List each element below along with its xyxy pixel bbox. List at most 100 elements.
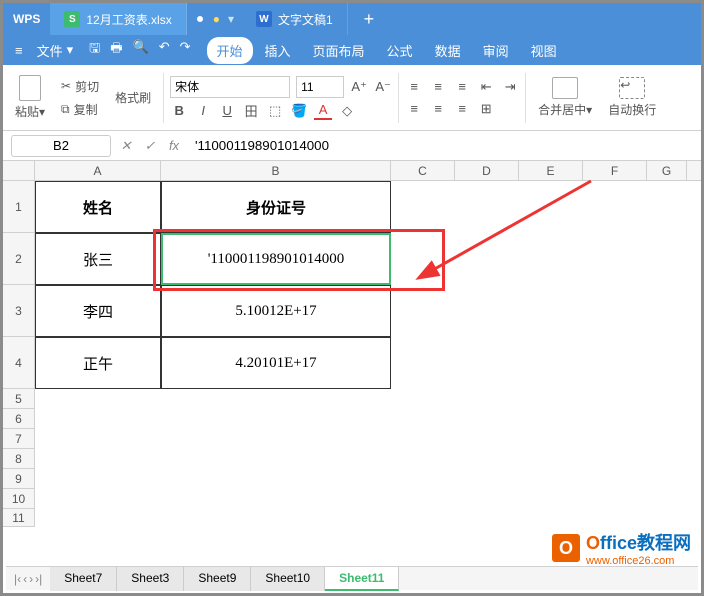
menu-tab-view[interactable]: 视图 xyxy=(521,37,567,64)
undo-icon[interactable]: ↶ xyxy=(159,39,170,61)
align-right-button[interactable]: ≡ xyxy=(453,100,471,118)
cut-button[interactable]: ✂ 剪切 xyxy=(61,78,99,95)
row-header-1[interactable]: 1 xyxy=(3,181,34,233)
watermark: O Office教程网 www.office26.com xyxy=(552,529,691,567)
cell-B1[interactable]: 身份证号 xyxy=(161,181,391,233)
cancel-formula-icon[interactable]: ✕ xyxy=(117,137,135,155)
row-header-7[interactable]: 7 xyxy=(3,429,34,449)
italic-button[interactable]: I xyxy=(194,102,212,120)
font-family-combo[interactable] xyxy=(170,76,290,98)
row-header-10[interactable]: 10 xyxy=(3,489,34,509)
underline-button[interactable]: U xyxy=(218,102,236,120)
increase-font-button[interactable]: A⁺ xyxy=(350,78,368,96)
cell-A2[interactable]: 张三 xyxy=(35,233,161,285)
new-tab-button[interactable]: + xyxy=(348,9,391,30)
highlight-button[interactable]: ◇ xyxy=(338,102,356,120)
cell-A4[interactable]: 正午 xyxy=(35,337,161,389)
paste-button[interactable]: 粘贴▾ xyxy=(15,103,45,120)
border-button[interactable]: 田 xyxy=(242,102,260,120)
document-tab-2[interactable]: W 文字文稿1 xyxy=(242,3,348,35)
align-left-button[interactable]: ≡ xyxy=(405,100,423,118)
sheet-tab-Sheet10[interactable]: Sheet10 xyxy=(251,567,325,591)
cell-A1[interactable]: 姓名 xyxy=(35,181,161,233)
row-header-3[interactable]: 3 xyxy=(3,285,34,337)
font-size-combo[interactable] xyxy=(296,76,344,98)
row-header-4[interactable]: 4 xyxy=(3,337,34,389)
merge-center-button[interactable]: 合并居中▾ xyxy=(538,101,592,118)
accept-formula-icon[interactable]: ✓ xyxy=(141,137,159,155)
wrap-icon: ↩ xyxy=(619,77,645,99)
col-header-C[interactable]: C xyxy=(391,161,455,180)
menu-tab-layout[interactable]: 页面布局 xyxy=(303,37,375,64)
copy-button[interactable]: ⧉ 复制 xyxy=(61,101,98,118)
cell-A3[interactable]: 李四 xyxy=(35,285,161,337)
formula-bar: B2 ✕ ✓ fx xyxy=(3,131,701,161)
redo-icon[interactable]: ↷ xyxy=(180,39,191,61)
indent-left-button[interactable]: ⇤ xyxy=(477,78,495,96)
font-color-button[interactable]: A xyxy=(314,102,332,120)
sheet-nav-prev-icon[interactable]: ‹ xyxy=(23,572,27,586)
row-header-2[interactable]: 2 xyxy=(3,233,34,285)
select-all-corner[interactable] xyxy=(3,161,35,181)
sheet-tab-Sheet7[interactable]: Sheet7 xyxy=(50,567,117,591)
cell-B3[interactable]: 5.10012E+17 xyxy=(161,285,391,337)
titlebar: WPS S 12月工资表.xlsx ● ▾ W 文字文稿1 + xyxy=(3,3,701,35)
sheet-tab-Sheet3[interactable]: Sheet3 xyxy=(117,567,184,591)
align-middle-button[interactable]: ≡ xyxy=(429,78,447,96)
col-header-G[interactable]: G xyxy=(647,161,687,180)
preview-icon[interactable]: 🔍 xyxy=(133,39,149,61)
fill-typeface-button[interactable]: ⬚ xyxy=(266,102,284,120)
sheet-tab-bar: |‹ ‹ › ›| Sheet7Sheet3Sheet9Sheet10Sheet… xyxy=(6,566,698,590)
name-box[interactable]: B2 xyxy=(11,135,111,157)
menu-tab-insert[interactable]: 插入 xyxy=(255,37,301,64)
col-header-B[interactable]: B xyxy=(161,161,391,180)
document-tab-1[interactable]: S 12月工资表.xlsx xyxy=(50,3,186,35)
bold-button[interactable]: B xyxy=(170,102,188,120)
annotation-arrow xyxy=(411,171,611,291)
menu-tab-review[interactable]: 审阅 xyxy=(473,37,519,64)
sheet-tab-Sheet11[interactable]: Sheet11 xyxy=(325,567,399,591)
sheet-tab-Sheet9[interactable]: Sheet9 xyxy=(184,567,251,591)
merge-icon xyxy=(552,77,578,99)
spreadsheet-grid[interactable]: ABCDEFG 1234567891011 姓名身份证号张三'110001198… xyxy=(3,161,701,571)
wrap-text-button[interactable]: 自动换行 xyxy=(608,101,656,118)
file-menu[interactable]: 文件▾ xyxy=(31,41,80,60)
print-icon[interactable]: 🖶 xyxy=(110,39,122,61)
align-top-button[interactable]: ≡ xyxy=(405,78,423,96)
row-header-8[interactable]: 8 xyxy=(3,449,34,469)
row-header-11[interactable]: 11 xyxy=(3,509,34,527)
row-header-9[interactable]: 9 xyxy=(3,469,34,489)
align-center-button[interactable]: ≡ xyxy=(429,100,447,118)
chevron-down-icon: ▾ xyxy=(67,42,74,58)
cell-B2[interactable]: '110001198901014000 xyxy=(161,233,391,285)
align-bottom-button[interactable]: ≡ xyxy=(453,78,471,96)
formula-input[interactable] xyxy=(189,135,693,157)
fill-color-button[interactable]: 🪣 xyxy=(290,102,308,120)
col-header-A[interactable]: A xyxy=(35,161,161,180)
sheet-nav-next-icon[interactable]: › xyxy=(29,572,33,586)
distribute-button[interactable]: ⊞ xyxy=(477,100,495,118)
sheet-nav-last-icon[interactable]: ›| xyxy=(35,572,42,586)
col-header-F[interactable]: F xyxy=(583,161,647,180)
decrease-font-button[interactable]: A⁻ xyxy=(374,78,392,96)
tips-icon[interactable]: ● xyxy=(213,12,220,26)
row-header-5[interactable]: 5 xyxy=(3,389,34,409)
tab-dirty-indicator xyxy=(197,16,203,22)
col-header-D[interactable]: D xyxy=(455,161,519,180)
watermark-logo-icon: O xyxy=(552,534,580,562)
spreadsheet-icon: S xyxy=(64,11,80,27)
tab-dropdown-icon[interactable]: ▾ xyxy=(228,12,234,26)
save-icon[interactable]: 🖫 xyxy=(89,39,100,61)
menu-tab-start[interactable]: 开始 xyxy=(207,37,253,64)
menubar: ≡ 文件▾ 🖫 🖶 🔍 ↶ ↷ 开始 插入 页面布局 公式 数据 审阅 视图 xyxy=(3,35,701,65)
indent-right-button[interactable]: ⇥ xyxy=(501,78,519,96)
fx-icon[interactable]: fx xyxy=(165,137,183,155)
menu-tab-formula[interactable]: 公式 xyxy=(377,37,423,64)
col-header-E[interactable]: E xyxy=(519,161,583,180)
menu-tab-data[interactable]: 数据 xyxy=(425,37,471,64)
cell-B4[interactable]: 4.20101E+17 xyxy=(161,337,391,389)
sheet-nav-first-icon[interactable]: |‹ xyxy=(14,572,21,586)
format-painter-button[interactable]: 格式刷 xyxy=(115,89,151,106)
hamburger-menu[interactable]: ≡ xyxy=(9,43,29,58)
row-header-6[interactable]: 6 xyxy=(3,409,34,429)
